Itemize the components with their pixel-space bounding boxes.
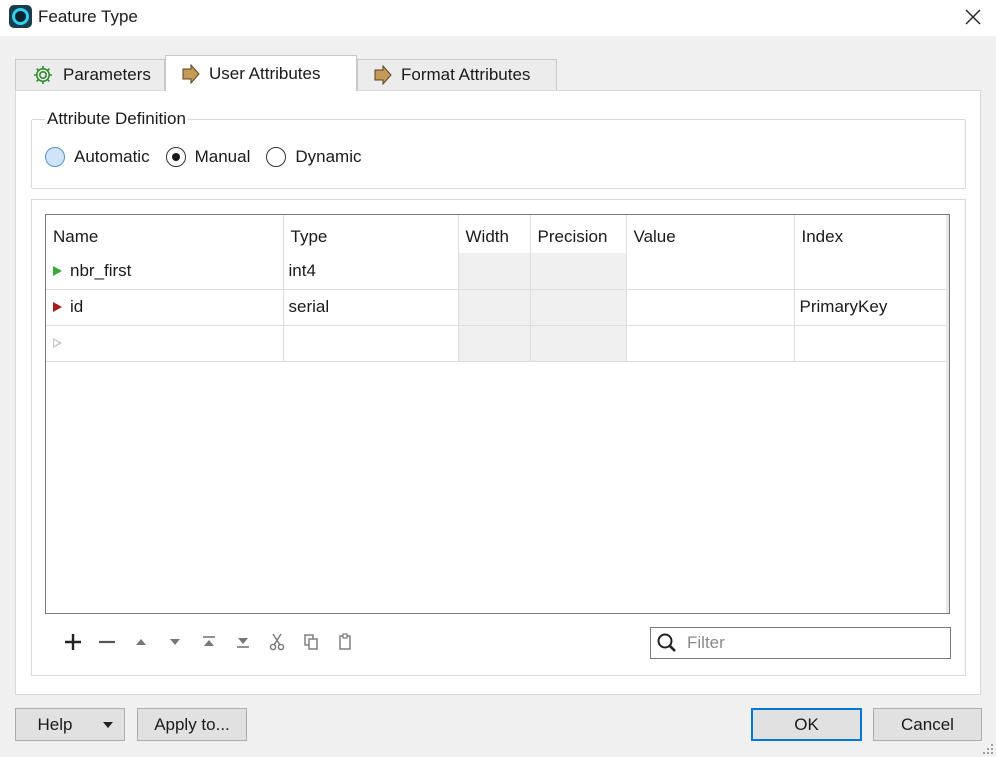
row-marker-icon — [53, 265, 62, 276]
radio-label: Dynamic — [295, 147, 362, 166]
add-icon — [65, 634, 81, 650]
apply-to-button[interactable]: Apply to... — [137, 708, 247, 741]
move-top-icon — [203, 636, 215, 646]
add-button[interactable] — [56, 628, 90, 656]
filter-box[interactable] — [650, 627, 951, 659]
width-cell — [457, 253, 530, 290]
value-cell[interactable] — [625, 253, 794, 290]
move-top-button[interactable] — [192, 628, 226, 656]
width-cell — [457, 325, 530, 362]
cancel-label: Cancel — [901, 714, 954, 734]
apply-to-label: Apply to... — [154, 714, 230, 734]
move-up-button[interactable] — [124, 628, 158, 656]
move-bottom-icon — [237, 638, 249, 648]
search-icon — [657, 633, 676, 652]
table-row[interactable] — [46, 325, 948, 362]
column-header-type[interactable]: Type — [282, 215, 458, 253]
arrow-right-icon — [182, 63, 200, 84]
gear-icon — [34, 66, 52, 84]
table-row[interactable]: nbr_first int4 — [46, 253, 948, 290]
column-header-width[interactable]: Width — [457, 215, 530, 253]
ok-label: OK — [794, 714, 819, 734]
precision-cell — [529, 289, 626, 326]
type-cell[interactable] — [282, 325, 458, 362]
close-button[interactable] — [950, 0, 996, 34]
vertical-scrollbar[interactable] — [946, 215, 949, 613]
type-cell[interactable]: serial — [282, 289, 458, 326]
arrow-right-icon — [374, 65, 392, 85]
move-down-button[interactable] — [158, 628, 192, 656]
value-cell[interactable] — [625, 325, 794, 362]
width-cell — [457, 289, 530, 326]
radio-button[interactable] — [45, 147, 65, 167]
copy-button[interactable] — [294, 628, 328, 656]
cell-text: id — [70, 297, 84, 316]
window-title: Feature Type — [38, 7, 138, 26]
table-row[interactable]: id serial PrimaryKey — [46, 289, 948, 326]
index-cell[interactable] — [793, 325, 948, 362]
tab-panel: Attribute Definition Automatic Manual Dy… — [15, 90, 981, 695]
tab-parameters[interactable]: Parameters — [15, 59, 165, 90]
copy-icon — [304, 634, 318, 650]
name-cell[interactable]: nbr_first — [46, 253, 283, 290]
attributes-table[interactable]: Name Type Width Precision Value Index nb… — [45, 214, 950, 614]
cut-icon — [269, 633, 285, 651]
filter-input[interactable] — [685, 632, 935, 654]
attribute-toolbar — [56, 628, 362, 656]
radio-dynamic[interactable]: Dynamic — [266, 147, 361, 167]
tab-label: User Attributes — [209, 63, 321, 83]
precision-cell — [529, 325, 626, 362]
row-marker-icon — [53, 302, 62, 312]
radio-manual[interactable]: Manual — [165, 147, 251, 167]
table-header-row: Name Type Width Precision Value Index — [46, 215, 948, 253]
app-logo-icon — [9, 5, 32, 28]
help-button[interactable]: Help — [15, 708, 125, 741]
remove-icon — [99, 640, 115, 644]
tab-label: Parameters — [63, 65, 151, 84]
ok-button[interactable]: OK — [751, 708, 862, 741]
tab-user-attributes[interactable]: User Attributes — [165, 55, 357, 91]
cut-button[interactable] — [260, 628, 294, 656]
move-up-icon — [136, 639, 146, 645]
name-cell[interactable] — [46, 325, 283, 362]
column-header-name[interactable]: Name — [46, 215, 283, 253]
column-header-precision[interactable]: Precision — [529, 215, 626, 253]
title-bar: Feature Type — [0, 0, 996, 36]
radio-label: Automatic — [74, 147, 150, 166]
index-cell[interactable]: PrimaryKey — [793, 289, 948, 326]
chevron-down-icon[interactable] — [102, 721, 114, 729]
move-bottom-button[interactable] — [226, 628, 260, 656]
precision-cell — [529, 253, 626, 290]
paste-button[interactable] — [328, 628, 362, 656]
radio-button[interactable] — [165, 147, 186, 167]
value-cell[interactable] — [625, 289, 794, 326]
group-title: Attribute Definition — [45, 109, 188, 129]
column-header-value[interactable]: Value — [625, 215, 794, 253]
radio-button[interactable] — [266, 147, 287, 167]
radio-automatic[interactable]: Automatic — [45, 147, 150, 167]
resize-grip-icon[interactable] — [982, 743, 994, 755]
radio-label: Manual — [194, 147, 251, 166]
cancel-button[interactable]: Cancel — [873, 708, 982, 741]
move-down-icon — [170, 639, 180, 645]
type-cell[interactable]: int4 — [282, 253, 458, 290]
help-label: Help — [37, 714, 73, 734]
index-cell[interactable] — [793, 253, 948, 290]
new-row-marker-icon — [53, 338, 62, 348]
column-header-index[interactable]: Index — [793, 215, 948, 253]
remove-button[interactable] — [90, 628, 124, 656]
cell-text: nbr_first — [70, 260, 132, 280]
paste-icon — [339, 633, 351, 650]
attribute-definition-options: Automatic Manual Dynamic — [45, 147, 377, 167]
close-icon — [965, 9, 981, 25]
name-cell[interactable]: id — [46, 289, 283, 326]
tab-format-attributes[interactable]: Format Attributes — [357, 59, 557, 90]
tab-label: Format Attributes — [401, 65, 531, 84]
